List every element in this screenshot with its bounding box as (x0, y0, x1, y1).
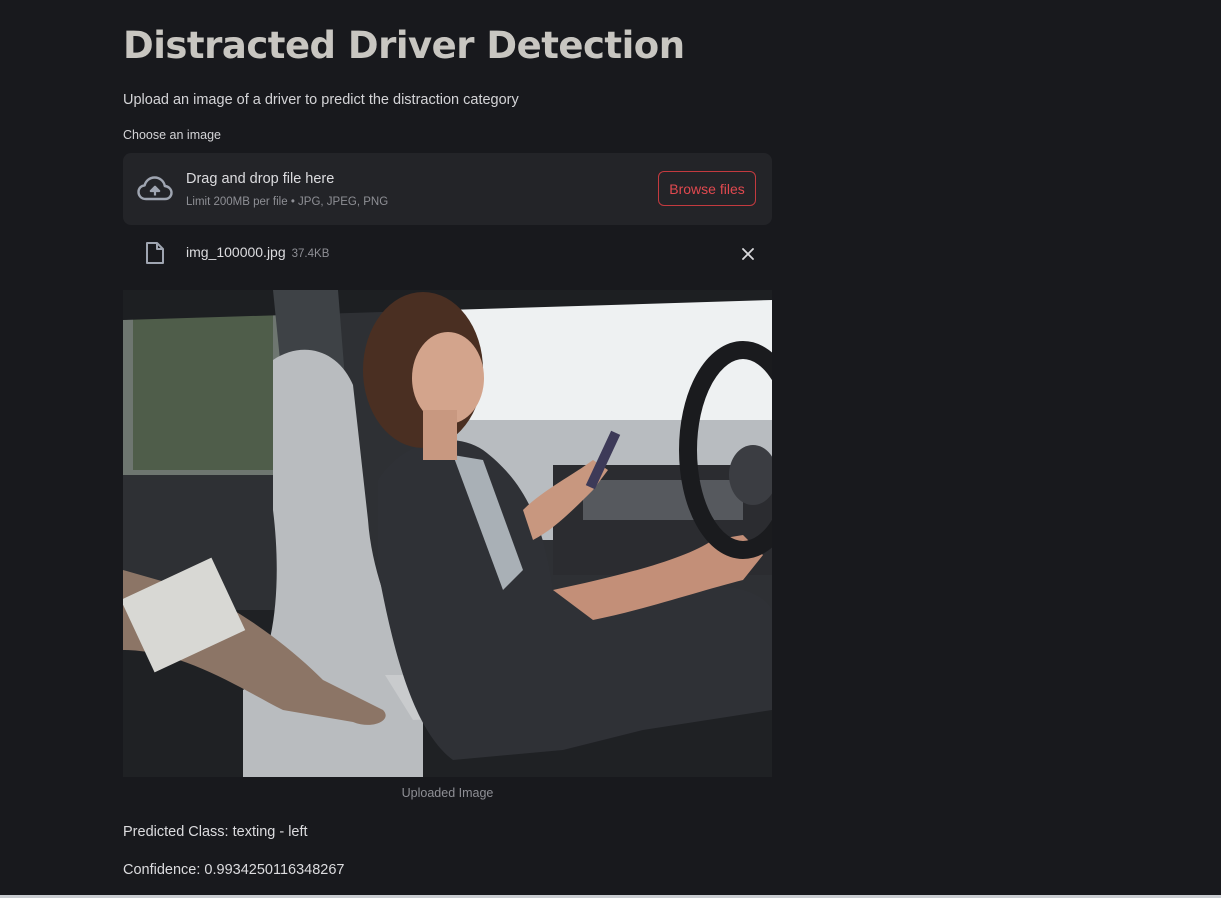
confidence: Confidence: 0.9934250116348267 (123, 862, 345, 878)
image-caption: Uploaded Image (401, 786, 494, 800)
file-icon (146, 242, 164, 264)
driver-photo (123, 290, 772, 777)
dropzone-limit: Limit 200MB per file • JPG, JPEG, PNG (186, 196, 389, 208)
uploader-label: Choose an image (123, 128, 221, 142)
dropzone-title: Drag and drop file here (186, 171, 335, 187)
file-size: 37.4KB (291, 248, 330, 260)
predicted-class: Predicted Class: texting - left (123, 824, 308, 840)
browse-files-button[interactable]: Browse files (658, 171, 756, 206)
uploaded-file-row: img_100000.jpg 37.4KB (123, 236, 772, 272)
page-subtitle: Upload an image of a driver to predict t… (123, 92, 519, 108)
remove-file-button[interactable] (737, 243, 759, 265)
file-name: img_100000.jpg 37.4KB (186, 244, 329, 260)
page-title: Distracted Driver Detection (123, 24, 685, 67)
uploaded-image (123, 290, 772, 777)
close-icon (742, 248, 754, 260)
file-name-text: img_100000.jpg (186, 244, 286, 260)
file-dropzone[interactable]: Drag and drop file here Limit 200MB per … (123, 153, 772, 225)
cloud-upload-icon (137, 176, 173, 201)
